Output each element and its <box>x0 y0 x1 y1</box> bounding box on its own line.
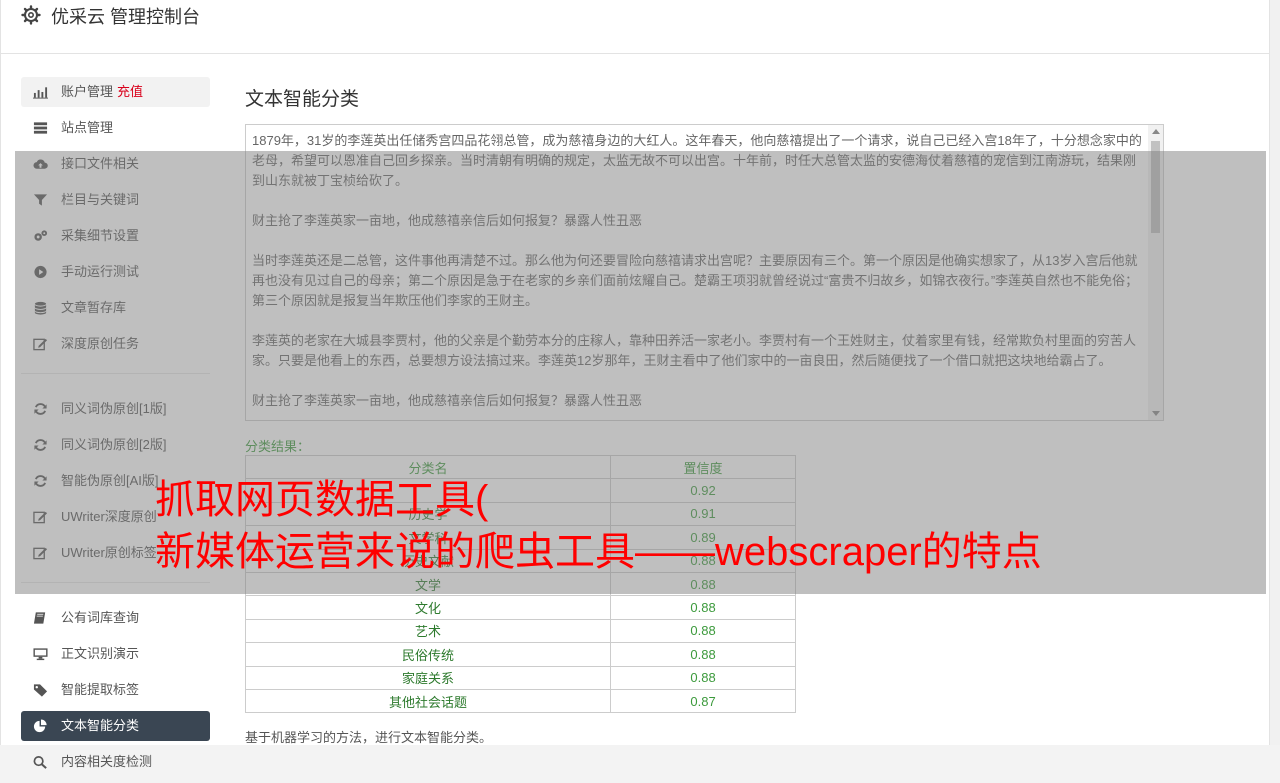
tag-icon <box>33 684 48 697</box>
overlay-caption: 抓取网页数据工具( 新媒体运营来说的爬虫工具——webscraper的特点 <box>155 474 1155 578</box>
sidebar-item-label: 站点管理 <box>61 120 114 135</box>
pie-chart-icon <box>33 719 47 733</box>
confidence-cell: 0.88 <box>610 618 796 644</box>
overlay-line-1: 抓取网页数据工具( <box>155 478 489 522</box>
table-row: 其他社会话题 0.87 <box>244 688 796 714</box>
sidebar-item-relevance-check[interactable]: 内容相关度检测 <box>21 747 210 777</box>
confidence-cell: 0.88 <box>610 665 796 690</box>
sidebar-item-text-classification[interactable]: 文本智能分类 <box>21 711 210 741</box>
category-cell: 民俗传统 <box>244 642 612 667</box>
category-cell: 其他社会话题 <box>244 688 612 714</box>
sidebar-item-label: 公有词库查询 <box>61 610 140 625</box>
scroll-up-icon[interactable] <box>1152 129 1160 134</box>
server-icon <box>33 122 48 134</box>
table-row: 民俗传统 0.88 <box>244 642 796 667</box>
sidebar-item-text-recognition[interactable]: 正文识别演示 <box>21 639 210 669</box>
sidebar-item-label: 正文识别演示 <box>61 646 140 661</box>
bar-chart-icon <box>33 87 48 99</box>
search-icon <box>33 756 47 769</box>
sidebar-item-label: 智能提取标签 <box>61 682 140 697</box>
category-cell: 家庭关系 <box>244 665 612 690</box>
app-title: 优采云 管理控制台 <box>51 7 201 27</box>
overlay-line-2: 新媒体运营来说的爬虫工具——webscraper的特点 <box>155 530 1042 574</box>
confidence-cell: 0.88 <box>610 595 796 620</box>
category-cell: 艺术 <box>244 618 612 644</box>
table-row: 艺术 0.88 <box>244 618 796 644</box>
description-note: 基于机器学习的方法，进行文本智能分类。 <box>245 730 493 745</box>
book-icon <box>33 612 46 624</box>
desktop-icon <box>33 648 48 661</box>
sidebar-item-extract-tags[interactable]: 智能提取标签 <box>21 675 210 705</box>
table-row: 家庭关系 0.88 <box>244 665 796 690</box>
top-bar: 优采云 管理控制台 <box>0 0 1270 54</box>
sidebar-item-label: 内容相关度检测 <box>61 754 153 769</box>
recharge-link[interactable]: 充值 <box>117 84 143 99</box>
table-row: 文化 0.88 <box>244 595 796 620</box>
sidebar-item-public-lexicon[interactable]: 公有词库查询 <box>21 603 210 633</box>
page-title: 文本智能分类 <box>245 89 360 110</box>
sidebar-item-account[interactable]: 账户管理 充值 <box>21 77 210 107</box>
confidence-cell: 0.87 <box>610 688 796 714</box>
category-cell: 文化 <box>244 595 612 620</box>
confidence-cell: 0.88 <box>610 642 796 667</box>
sidebar-item-label: 账户管理 <box>61 84 114 99</box>
gear-icon <box>21 5 41 25</box>
sidebar-item-label: 文本智能分类 <box>61 718 140 733</box>
sidebar-item-sites[interactable]: 站点管理 <box>21 113 210 143</box>
